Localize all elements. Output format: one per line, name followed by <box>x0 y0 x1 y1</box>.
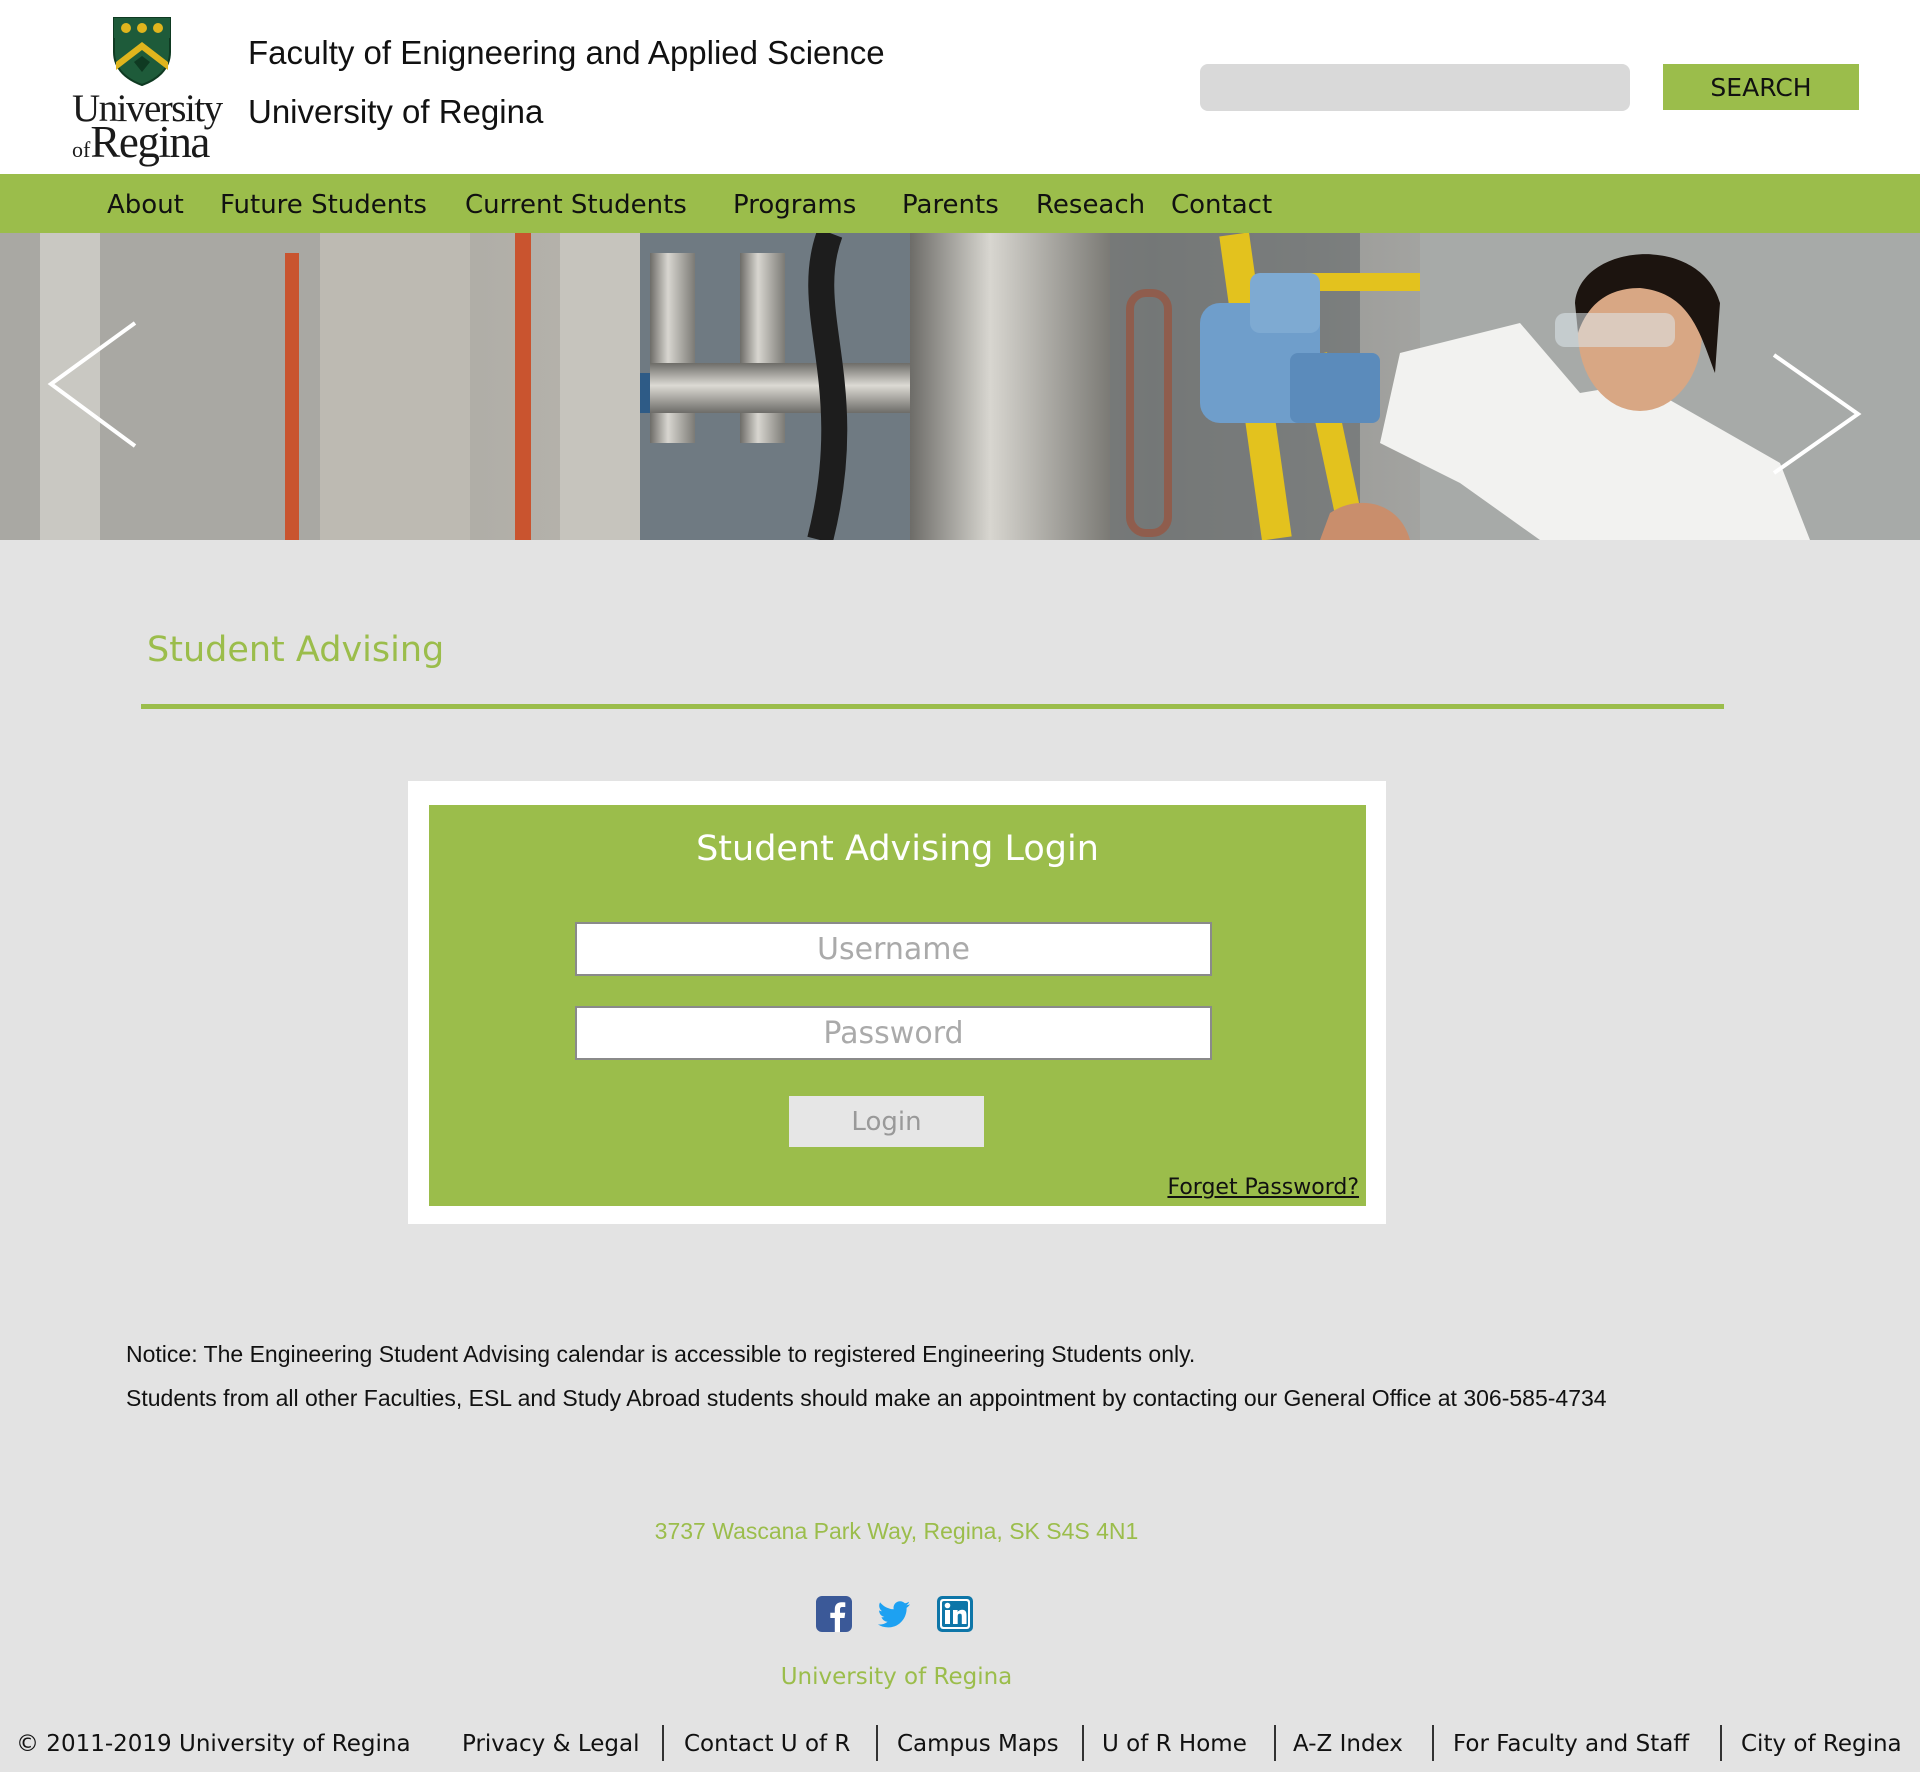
footer-separator <box>1432 1725 1434 1761</box>
faculty-title: Faculty of Enigneering and Applied Scien… <box>248 34 885 71</box>
password-field[interactable] <box>575 1006 1212 1060</box>
footer-address: 3737 Wascana Park Way, Regina, SK S4S 4N… <box>654 1518 1139 1544</box>
twitter-icon[interactable] <box>876 1596 912 1632</box>
footer-link-contact[interactable]: Contact U of R <box>684 1731 850 1757</box>
search-input[interactable] <box>1200 64 1630 111</box>
nav-item-parents[interactable]: Parents <box>902 190 999 220</box>
nav-item-future-students[interactable]: Future Students <box>220 190 427 220</box>
search-button[interactable]: SEARCH <box>1663 64 1859 110</box>
main-nav: About Future Students Current Students P… <box>0 174 1920 233</box>
university-title: University of Regina <box>248 93 544 130</box>
hero-image <box>0 233 1920 540</box>
hero-carousel <box>0 233 1920 540</box>
login-button[interactable]: Login <box>789 1096 984 1147</box>
footer-separator <box>662 1725 664 1761</box>
footer-separator <box>876 1725 878 1761</box>
nav-item-research[interactable]: Reseach <box>1036 190 1145 220</box>
facebook-icon[interactable] <box>816 1596 852 1632</box>
nav-item-programs[interactable]: Programs <box>733 190 856 220</box>
nav-item-current-students[interactable]: Current Students <box>465 190 687 220</box>
logo-wordmark-bottom: ofRegina <box>72 117 210 167</box>
logo-wordmark-of: of <box>72 137 91 162</box>
section-divider <box>141 704 1724 709</box>
footer-link-privacy-legal[interactable]: Privacy & Legal <box>462 1731 639 1757</box>
footer-link-home[interactable]: U of R Home <box>1102 1731 1247 1757</box>
site-header: University ofRegina Faculty of Enigneeri… <box>0 0 1920 174</box>
linkedin-icon[interactable] <box>937 1596 973 1632</box>
nav-item-about[interactable]: About <box>107 190 184 220</box>
crest-icon <box>113 17 171 86</box>
footer-separator <box>1720 1725 1722 1761</box>
footer-link-az-index[interactable]: A-Z Index <box>1293 1731 1403 1757</box>
footer-link-city-of-regina[interactable]: City of Regina <box>1741 1731 1902 1757</box>
login-panel: Student Advising Login Login Forget Pass… <box>429 805 1366 1206</box>
nav-item-contact[interactable]: Contact <box>1171 190 1272 220</box>
login-title: Student Advising Login <box>696 829 1099 869</box>
footer-link-campus-maps[interactable]: Campus Maps <box>897 1731 1059 1757</box>
copyright-text: © 2011-2019 University of Regina <box>16 1731 411 1757</box>
login-card: Student Advising Login Login Forget Pass… <box>408 781 1386 1224</box>
footer-link-faculty-staff[interactable]: For Faculty and Staff <box>1453 1731 1689 1757</box>
footer-separator <box>1082 1725 1084 1761</box>
footer-organization[interactable]: University of Regina <box>0 1664 1793 1690</box>
page-title: Student Advising <box>147 630 445 670</box>
notice-text-line-2: Students from all other Faculties, ESL a… <box>126 1385 1607 1411</box>
logo-wordmark-regina: Regina <box>90 117 210 167</box>
notice-text-line-1: Notice: The Engineering Student Advising… <box>126 1341 1196 1367</box>
forgot-password-link[interactable]: Forget Password? <box>1167 1175 1359 1200</box>
footer-separator <box>1274 1725 1276 1761</box>
university-logo[interactable]: University ofRegina <box>70 16 223 167</box>
username-field[interactable] <box>575 922 1212 976</box>
